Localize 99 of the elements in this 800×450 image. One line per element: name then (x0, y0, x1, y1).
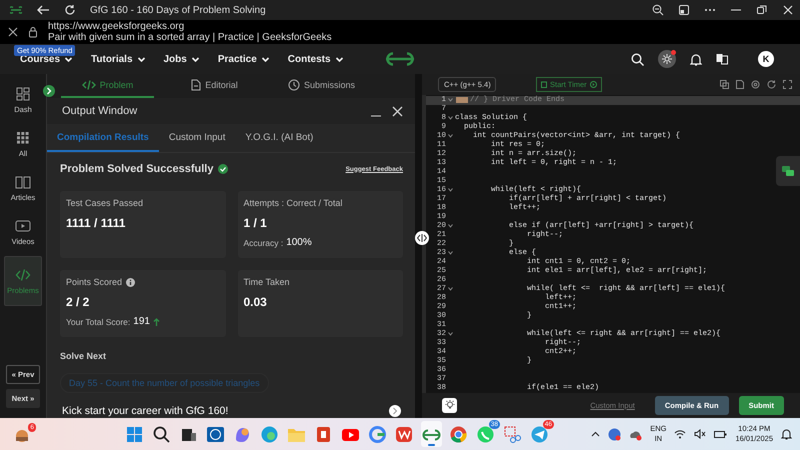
chevron-icon (190, 54, 200, 64)
bell-icon[interactable] (781, 428, 792, 440)
wifi-icon[interactable] (674, 429, 686, 439)
settings-button[interactable] (658, 50, 676, 68)
app-icon[interactable] (678, 4, 690, 16)
phone-icon (476, 424, 495, 444)
arrow-up-icon (152, 318, 160, 326)
chevron-up-icon[interactable] (591, 430, 600, 438)
clock-icon (288, 79, 300, 91)
timer-icon (541, 80, 547, 88)
fold-icon[interactable] (448, 188, 453, 192)
search-icon[interactable] (631, 52, 644, 66)
url-text[interactable]: https://www.geeksforgeeks.org (48, 21, 332, 32)
problem-tab[interactable]: Editorial (168, 74, 261, 98)
logo-icon[interactable] (383, 51, 417, 67)
fold-icon[interactable] (448, 287, 453, 292)
battery-icon[interactable] (714, 430, 728, 438)
lock-icon (28, 26, 38, 38)
document-icon (314, 424, 333, 444)
fold-icon[interactable] (448, 116, 453, 120)
bulb-icon (444, 400, 454, 410)
chevron-icon (136, 54, 146, 64)
reset-icon[interactable] (767, 80, 776, 89)
play-icon (15, 218, 31, 234)
more-icon[interactable] (704, 8, 716, 12)
restore-icon[interactable] (756, 4, 768, 16)
close-icon[interactable] (8, 27, 18, 37)
document-icon (191, 79, 202, 91)
browser-icon (260, 424, 279, 444)
chat-button[interactable] (776, 156, 800, 186)
stat-value: 0.03 (244, 295, 268, 309)
nav-menu[interactable]: Practice (218, 54, 270, 64)
info-icon (126, 278, 136, 286)
stat-label: Time Taken (244, 277, 290, 287)
file-icon[interactable] (736, 80, 744, 89)
chevron-icon (64, 54, 74, 64)
dashboard-icon (15, 86, 31, 102)
settings-icon[interactable] (751, 80, 760, 89)
chevron-right-icon (46, 87, 52, 95)
stat-detail-value: 191 (133, 316, 150, 327)
resize-icon (417, 234, 427, 242)
nav-menu[interactable]: Courses (20, 54, 74, 64)
fold-icon[interactable] (448, 134, 453, 138)
chevron-icon (260, 54, 270, 64)
panel-title: Output Window (62, 105, 138, 117)
scissors-icon (503, 424, 522, 444)
refresh-icon[interactable] (64, 4, 76, 16)
stat-value: 2 / 2 (66, 295, 90, 309)
page-title: Pair with given sum in a sorted array | Practice | GeeksforGeeks (48, 32, 332, 43)
fold-icon[interactable] (448, 251, 453, 256)
translate-icon[interactable] (716, 53, 728, 65)
code-icon (15, 267, 31, 283)
stat-detail-value: 100% (286, 237, 312, 248)
window-title: GfG 160 - 160 Days of Problem Solving (90, 4, 266, 16)
logo-icon (10, 6, 22, 14)
start-icon (125, 424, 144, 444)
stat-value: 1 / 1 (244, 216, 268, 230)
stat-label: Points Scored (66, 277, 122, 287)
code-icon (82, 79, 96, 91)
paper-plane-icon (530, 424, 549, 444)
chat-icon (782, 166, 794, 176)
fold-icon[interactable] (448, 98, 453, 102)
stat-value: 1111 / 1111 (66, 216, 126, 230)
stat-detail-label: Your Total Score: (66, 316, 130, 326)
back-icon[interactable] (36, 4, 50, 16)
fold-marker-icon[interactable] (456, 97, 468, 104)
nav-menu[interactable]: Tutorials (91, 54, 146, 64)
section-title: Solve Next (60, 351, 108, 361)
status-text: Problem Solved Successfully (60, 163, 214, 175)
muted-speaker-icon[interactable] (694, 429, 706, 439)
chevron-right-icon (392, 407, 398, 415)
output-tab[interactable]: Custom Input (158, 124, 236, 152)
play-icon (590, 80, 597, 88)
promo-text: Kick start your career with GfG 160! (62, 405, 228, 417)
avatar[interactable]: K (758, 51, 774, 67)
fullscreen-icon[interactable] (783, 80, 792, 89)
search-icon (152, 424, 171, 444)
problem-tab[interactable]: Submissions (275, 74, 368, 98)
letter-w-icon (395, 424, 414, 444)
book-icon (15, 174, 31, 190)
stat-detail-label: Accuracy : (244, 238, 284, 248)
nav-menu[interactable]: Contests (288, 54, 344, 64)
zoom-out-icon[interactable] (652, 4, 664, 16)
stat-label: Attempts : Correct / Total (244, 198, 342, 208)
nav-menu[interactable]: Jobs (164, 54, 200, 64)
output-tab[interactable]: Y.O.G.I. (AI Bot) (235, 124, 324, 152)
fold-icon[interactable] (448, 332, 453, 336)
tray-app-icon[interactable] (608, 428, 622, 440)
gear-icon (662, 54, 672, 64)
next-arrow-button[interactable] (389, 405, 401, 417)
stat-label: Test Cases Passed (66, 198, 144, 208)
check-icon (218, 164, 228, 174)
copy-icon[interactable] (720, 80, 729, 89)
splitter-bar[interactable] (415, 74, 422, 418)
fold-icon[interactable] (448, 224, 453, 228)
close-icon[interactable] (392, 106, 403, 116)
grid-icon (15, 130, 31, 146)
hint-button[interactable] (442, 398, 457, 413)
chevron-icon (334, 54, 344, 64)
